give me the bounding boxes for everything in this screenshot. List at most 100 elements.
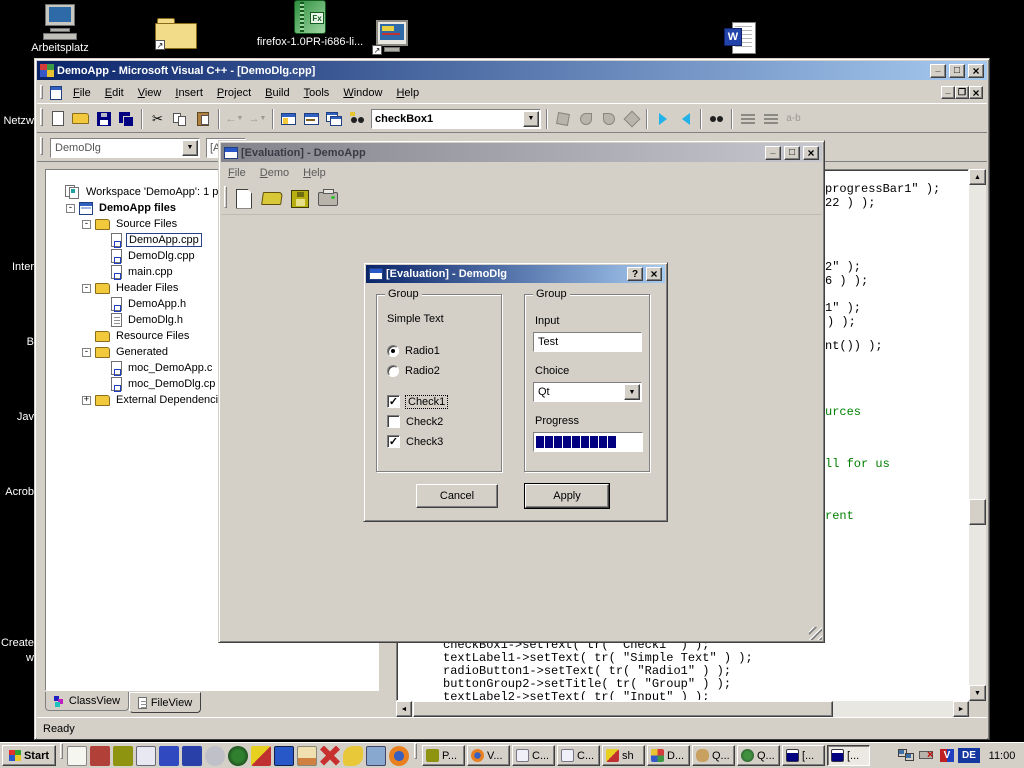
menu-edit[interactable]: Edit bbox=[98, 84, 131, 102]
collapse-icon[interactable] bbox=[66, 204, 75, 213]
desktop-icon-display[interactable]: ↗ bbox=[372, 20, 416, 58]
scroll-thumb[interactable] bbox=[413, 701, 833, 717]
task-button-3[interactable]: C... bbox=[512, 745, 555, 766]
close-button[interactable] bbox=[968, 64, 984, 78]
task-button-4[interactable]: C... bbox=[557, 745, 600, 766]
taskbar-grip[interactable] bbox=[60, 743, 63, 759]
classwizard-button[interactable] bbox=[551, 108, 574, 130]
menu-demo[interactable]: Demo bbox=[253, 164, 296, 182]
scroll-down-button[interactable]: ▼ bbox=[969, 685, 986, 701]
ql-opera-icon[interactable] bbox=[205, 746, 225, 766]
ab-compare-icon[interactable]: a-b bbox=[782, 108, 805, 130]
dialog-title-bar[interactable]: [Evaluation] - DemoDlg bbox=[366, 265, 665, 283]
toolbar-grip[interactable] bbox=[224, 186, 227, 208]
desktop-label-acrobat[interactable]: Acrob bbox=[0, 486, 34, 498]
find-combo-dropdown[interactable]: ▼ bbox=[523, 111, 539, 127]
antivirus-tray-icon[interactable]: V bbox=[940, 749, 954, 762]
minimize-button[interactable] bbox=[930, 64, 946, 78]
demoapp-title-bar[interactable]: [Evaluation] - DemoApp bbox=[221, 143, 822, 162]
radio-checked-icon[interactable] bbox=[387, 345, 399, 357]
scroll-left-button[interactable]: ◄ bbox=[396, 701, 412, 717]
task-button-6[interactable]: D... bbox=[647, 745, 690, 766]
output-pane-button[interactable] bbox=[300, 108, 323, 130]
collapse-icon[interactable] bbox=[82, 220, 91, 229]
desktop-label-java[interactable]: Jav bbox=[0, 411, 34, 423]
open-doc-button[interactable] bbox=[258, 185, 286, 213]
scroll-right-button[interactable]: ► bbox=[953, 701, 969, 717]
menu-file[interactable]: File bbox=[66, 84, 98, 102]
toolbar-grip[interactable] bbox=[40, 85, 43, 99]
close-button[interactable] bbox=[803, 146, 819, 160]
desktop-label-internet[interactable]: Inter bbox=[0, 261, 34, 273]
resize-grip[interactable] bbox=[809, 627, 822, 640]
wizard3-button[interactable] bbox=[597, 108, 620, 130]
find-in-workspace-icon[interactable] bbox=[346, 108, 369, 130]
checkbox-checked-icon[interactable] bbox=[387, 395, 400, 408]
collapse-icon[interactable] bbox=[82, 284, 91, 293]
start-button[interactable]: Start bbox=[2, 745, 56, 766]
scroll-thumb[interactable] bbox=[969, 499, 986, 525]
save-button[interactable] bbox=[92, 108, 115, 130]
prev-bookmark-button[interactable] bbox=[674, 108, 697, 130]
desktop-icon-firefox-archive[interactable]: Fx firefox-1.0PR-i686-li... bbox=[240, 0, 380, 48]
task-button-active[interactable]: [... bbox=[827, 745, 870, 766]
ql-image-icon[interactable] bbox=[297, 746, 317, 766]
menu-view[interactable]: View bbox=[131, 84, 169, 102]
window-list-button[interactable] bbox=[323, 108, 346, 130]
ql-book-icon[interactable] bbox=[90, 746, 110, 766]
ql-close-icon[interactable] bbox=[320, 746, 340, 766]
new-doc-button[interactable] bbox=[230, 185, 258, 213]
wizard4-button[interactable] bbox=[620, 108, 643, 130]
indent-button[interactable] bbox=[736, 108, 759, 130]
menu-help[interactable]: Help bbox=[389, 84, 426, 102]
redo-button[interactable]: →▼ bbox=[246, 108, 269, 130]
ql-fish-icon[interactable] bbox=[343, 746, 363, 766]
workspace-pane-button[interactable] bbox=[277, 108, 300, 130]
radio2-option[interactable]: Radio2 bbox=[387, 365, 440, 377]
class-combo[interactable]: DemoDlg ▼ bbox=[50, 138, 200, 158]
cut-button[interactable]: ✂ bbox=[146, 108, 169, 130]
menu-help[interactable]: Help bbox=[296, 164, 333, 182]
clock[interactable]: 11:00 bbox=[984, 750, 1020, 762]
ql-table-icon[interactable] bbox=[366, 746, 386, 766]
collapse-icon[interactable] bbox=[82, 348, 91, 357]
checkbox-unchecked-icon[interactable] bbox=[387, 415, 400, 428]
menu-build[interactable]: Build bbox=[258, 84, 296, 102]
find-icon[interactable] bbox=[705, 108, 728, 130]
desktop-icon-folder[interactable]: ↗ bbox=[155, 18, 201, 56]
choice-combo[interactable]: Qt ▼ bbox=[533, 382, 642, 402]
check3-option[interactable]: Check3 bbox=[387, 435, 443, 448]
wizard2-button[interactable] bbox=[574, 108, 597, 130]
find-combo[interactable]: ▼ bbox=[371, 109, 541, 129]
copy-button[interactable] bbox=[169, 108, 192, 130]
checkbox-checked-icon[interactable] bbox=[387, 435, 400, 448]
task-button-8[interactable]: Q... bbox=[737, 745, 780, 766]
desktop-icon-arbeitsplatz[interactable]: Arbeitsplatz bbox=[28, 2, 92, 54]
class-combo-dropdown[interactable]: ▼ bbox=[182, 140, 198, 156]
save-all-button[interactable] bbox=[115, 108, 138, 130]
outdent-button[interactable] bbox=[759, 108, 782, 130]
mdi-minimize-button[interactable] bbox=[941, 86, 955, 99]
toolbar-grip[interactable] bbox=[40, 108, 43, 126]
ql-notes-icon[interactable] bbox=[67, 746, 87, 766]
editor-hscrollbar[interactable]: ◄ ► bbox=[396, 701, 969, 717]
desktop-label-netzwerk[interactable]: Netzw bbox=[0, 115, 34, 127]
help-button[interactable] bbox=[627, 267, 643, 281]
desktop-icon-word-doc[interactable]: W bbox=[722, 22, 762, 58]
save-doc-button[interactable] bbox=[286, 185, 314, 213]
find-combo-input[interactable] bbox=[372, 113, 523, 125]
ql-messenger-icon[interactable] bbox=[251, 746, 271, 766]
task-button-9[interactable]: [... bbox=[782, 745, 825, 766]
radio1-option[interactable]: Radio1 bbox=[387, 345, 440, 357]
ql-editor-icon[interactable] bbox=[136, 746, 156, 766]
mdi-restore-button[interactable] bbox=[955, 86, 969, 99]
choice-combo-dropdown[interactable]: ▼ bbox=[624, 384, 640, 400]
tab-fileview[interactable]: FileView bbox=[129, 692, 201, 713]
cancel-button[interactable]: Cancel bbox=[416, 484, 498, 508]
menu-tools[interactable]: Tools bbox=[297, 84, 337, 102]
vc-title-bar[interactable]: DemoApp - Microsoft Visual C++ - [DemoDl… bbox=[37, 61, 987, 80]
radio-unchecked-icon[interactable] bbox=[387, 365, 399, 377]
ql-clock-icon[interactable] bbox=[113, 746, 133, 766]
editor-vscrollbar[interactable]: ▲ ▼ bbox=[969, 169, 986, 701]
toolbar-grip[interactable] bbox=[40, 137, 43, 155]
